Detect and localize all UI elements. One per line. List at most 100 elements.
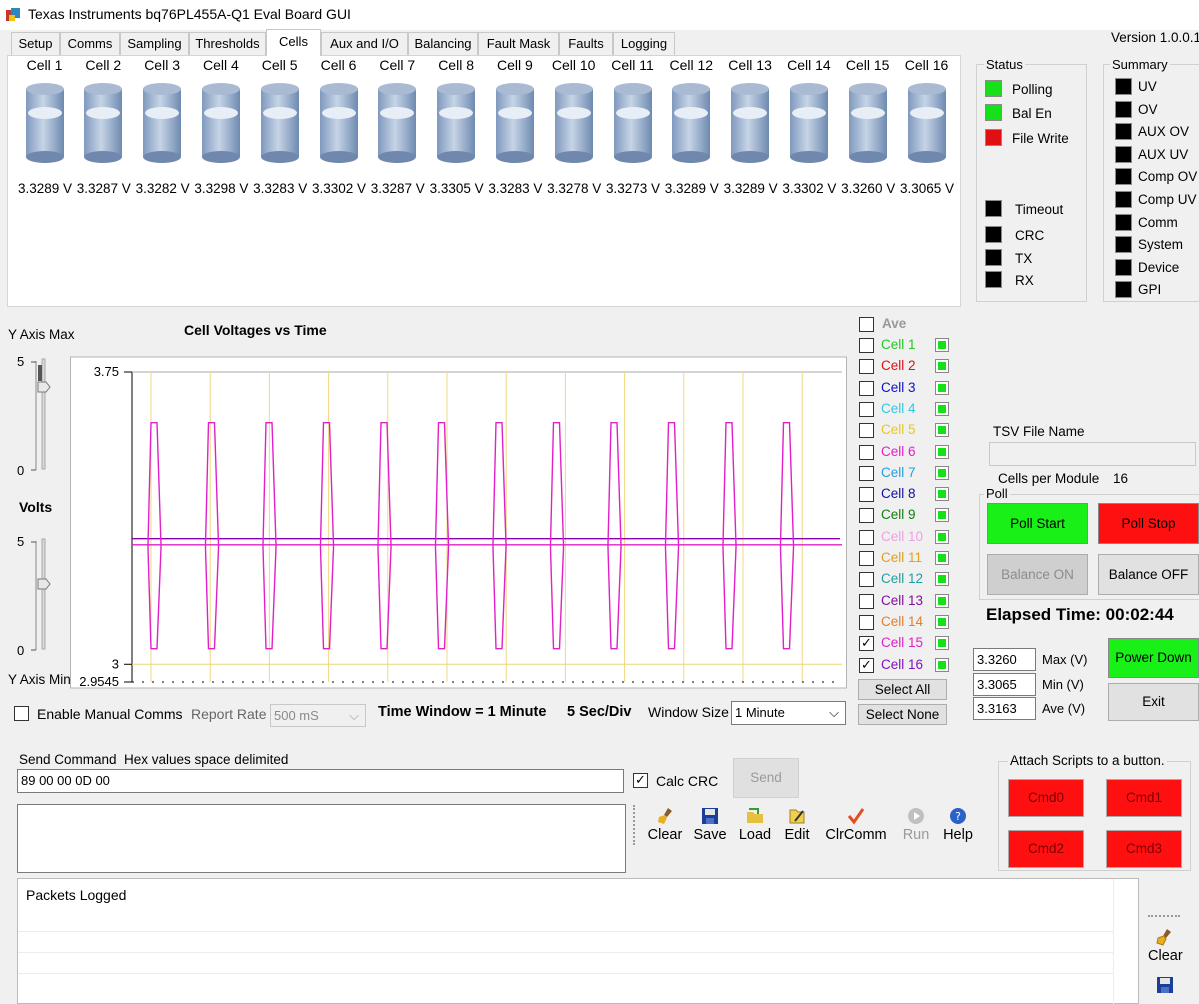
stat-label: Max (V) bbox=[1042, 652, 1088, 667]
cell-label: Cell 5 bbox=[261, 57, 298, 73]
toolbar-clrcomm-button[interactable]: ClrComm bbox=[822, 807, 890, 843]
status-label: Polling bbox=[1012, 82, 1053, 97]
log-clear-button[interactable]: Clear bbox=[1148, 948, 1183, 964]
legend-label: Cell 11 bbox=[881, 550, 923, 565]
script-cmd2-button[interactable]: Cmd2 bbox=[1008, 830, 1084, 868]
calc-crc-label: Calc CRC bbox=[656, 773, 719, 789]
ave-checkbox[interactable] bbox=[859, 317, 874, 332]
report-rate-select[interactable]: 500 mS ⌵ bbox=[270, 704, 366, 727]
balance-on-button[interactable]: Balance ON bbox=[987, 554, 1088, 595]
legend-checkbox[interactable] bbox=[859, 465, 874, 481]
legend-checkbox[interactable] bbox=[859, 614, 874, 630]
balance-off-button[interactable]: Balance OFF bbox=[1098, 554, 1199, 595]
cells-per-module-value: 16 bbox=[1113, 471, 1129, 486]
script-editor[interactable] bbox=[17, 804, 626, 873]
tab-faults[interactable]: Faults bbox=[559, 32, 613, 55]
battery-cell-icon bbox=[789, 83, 828, 163]
tab-thresholds[interactable]: Thresholds bbox=[189, 32, 266, 55]
calc-crc-checkbox[interactable]: ✓ bbox=[633, 773, 648, 788]
script-cmd0-button[interactable]: Cmd0 bbox=[1008, 779, 1084, 817]
tab-setup[interactable]: Setup bbox=[11, 32, 60, 55]
chevron-down-icon: ⌵ bbox=[349, 708, 359, 723]
legend-checkbox[interactable]: ✓ bbox=[859, 657, 874, 673]
toolbar-edit-button[interactable]: Edit bbox=[783, 807, 811, 843]
window-size-select[interactable]: 1 Minute ⌵ bbox=[731, 701, 846, 725]
cell-label: Cell 10 bbox=[551, 57, 596, 73]
legend-checkbox[interactable] bbox=[859, 508, 874, 524]
legend-checkbox[interactable] bbox=[859, 401, 874, 417]
legend-color-swatch bbox=[935, 444, 949, 459]
legend-checkbox[interactable] bbox=[859, 380, 874, 396]
legend-checkbox[interactable] bbox=[859, 444, 874, 460]
legend-checkbox[interactable] bbox=[859, 423, 874, 439]
legend-checkbox[interactable] bbox=[859, 487, 874, 503]
y-min-slider[interactable] bbox=[28, 535, 58, 655]
legend-checkbox[interactable]: ✓ bbox=[859, 636, 874, 652]
tab-aux-and-i-o[interactable]: Aux and I/O bbox=[321, 32, 408, 55]
send-button[interactable]: Send bbox=[733, 758, 799, 798]
enable-manual-comms-checkbox[interactable] bbox=[14, 706, 29, 721]
legend-checkbox[interactable] bbox=[859, 359, 874, 375]
packets-log[interactable]: Packets Logged bbox=[17, 878, 1139, 1004]
cell-voltage: 3.3065 V bbox=[899, 181, 955, 196]
legend-checkbox[interactable] bbox=[859, 593, 874, 609]
status-label: Timeout bbox=[1015, 202, 1064, 217]
select-none-button[interactable]: Select None bbox=[858, 704, 947, 725]
tab-logging[interactable]: Logging bbox=[613, 32, 675, 55]
tab-fault-mask[interactable]: Fault Mask bbox=[478, 32, 559, 55]
legend-label: Cell 4 bbox=[881, 400, 916, 416]
window-size-value: 1 Minute bbox=[735, 705, 785, 720]
tab-cells[interactable]: Cells bbox=[266, 29, 321, 56]
legend-label: Cell 15 bbox=[881, 635, 924, 651]
summary-led bbox=[1115, 191, 1132, 208]
slider-min-top-label: 5 bbox=[17, 534, 25, 549]
tab-sampling[interactable]: Sampling bbox=[120, 32, 189, 55]
summary-label: Comm bbox=[1138, 214, 1178, 230]
legend-checkbox[interactable] bbox=[859, 572, 874, 588]
select-all-button[interactable]: Select All bbox=[858, 679, 947, 700]
send-command-input[interactable]: 89 00 00 0D 00 bbox=[17, 769, 624, 793]
legend-label: Cell 3 bbox=[881, 379, 916, 395]
poll-stop-button[interactable]: Poll Stop bbox=[1098, 503, 1199, 544]
summary-label: AUX UV bbox=[1138, 146, 1189, 162]
poll-start-button[interactable]: Poll Start bbox=[987, 503, 1088, 544]
summary-label: AUX OV bbox=[1138, 124, 1190, 140]
toolbar-help-button[interactable]: ? Help bbox=[940, 807, 976, 843]
legend-checkbox[interactable] bbox=[859, 338, 874, 353]
window-title: Texas Instruments bq76PL455A-Q1 Eval Boa… bbox=[28, 6, 351, 22]
script-cmd3-button[interactable]: Cmd3 bbox=[1106, 830, 1182, 868]
legend-color-swatch bbox=[935, 572, 949, 587]
legend-color-swatch bbox=[935, 487, 949, 502]
cell-label: Cell 12 bbox=[669, 57, 714, 73]
tsv-file-input[interactable] bbox=[989, 442, 1196, 466]
toolbar-clear-button[interactable]: Clear bbox=[646, 807, 684, 843]
cell-label: Cell 11 bbox=[611, 57, 654, 73]
exit-button[interactable]: Exit bbox=[1108, 683, 1199, 721]
cell-voltage: 3.3305 V bbox=[429, 181, 484, 196]
stat-label: Ave (V) bbox=[1042, 701, 1086, 716]
legend-checkbox[interactable] bbox=[859, 551, 874, 566]
stat-value: 3.3163 bbox=[973, 697, 1036, 720]
check-icon bbox=[847, 808, 865, 825]
summary-led bbox=[1115, 236, 1132, 254]
power-down-button[interactable]: Power Down bbox=[1108, 638, 1199, 678]
summary-led bbox=[1115, 78, 1132, 95]
cell-label: Cell 14 bbox=[787, 57, 831, 73]
window-size-label: Window Size bbox=[648, 704, 729, 720]
floppy-icon[interactable] bbox=[1156, 976, 1174, 994]
script-cmd1-button[interactable]: Cmd1 bbox=[1106, 779, 1182, 817]
cell-voltage: 3.3289 V bbox=[17, 181, 73, 196]
battery-cell-icon bbox=[25, 83, 64, 163]
broom-icon[interactable] bbox=[1155, 927, 1175, 947]
toolbar-run-button[interactable]: Run bbox=[901, 807, 931, 843]
folder-icon bbox=[747, 808, 763, 823]
y-max-slider[interactable] bbox=[28, 355, 58, 475]
tab-balancing[interactable]: Balancing bbox=[408, 32, 478, 55]
toolbar-save-button[interactable]: Save bbox=[692, 807, 728, 843]
status-led bbox=[985, 200, 1002, 217]
legend-color-swatch bbox=[935, 551, 949, 565]
scripts-title: Attach Scripts to a button. bbox=[1008, 753, 1167, 768]
legend-checkbox[interactable] bbox=[859, 529, 874, 545]
toolbar-load-button[interactable]: Load bbox=[737, 807, 773, 843]
tab-comms[interactable]: Comms bbox=[60, 32, 120, 55]
